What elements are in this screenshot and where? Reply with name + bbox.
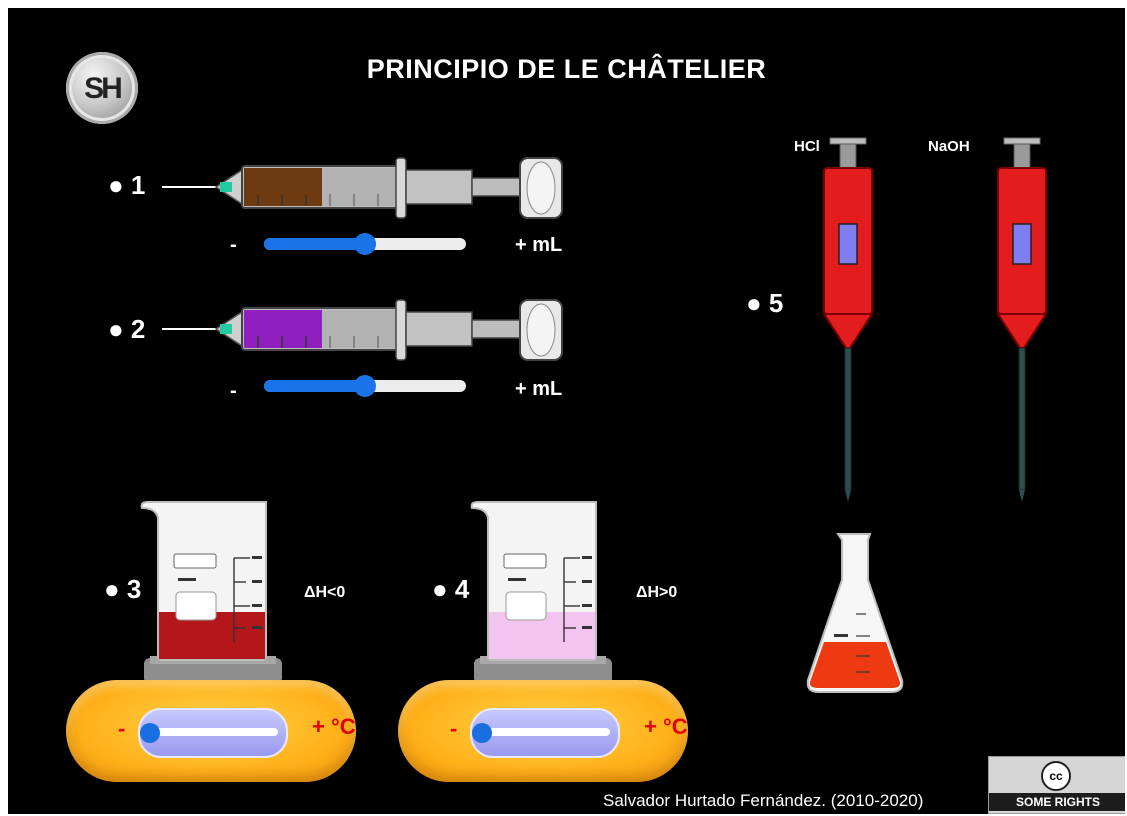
pipette-naoh-label: NaOH	[928, 138, 970, 155]
item-number-5: ● 5	[746, 288, 784, 318]
hot-plate-4-slider-bar	[480, 728, 610, 736]
beaker-4-enthalpy-label: ΔH>0	[636, 584, 678, 601]
hot-plate-4-plus-label: + °C	[644, 714, 688, 739]
item-number-2: ● 2	[108, 314, 146, 344]
syringe-2-volume-slider[interactable]	[264, 375, 466, 397]
syringe-1[interactable]	[158, 148, 568, 228]
syringe-1-plus-label: + mL	[515, 234, 563, 256]
pipette-hcl-label: HCl	[794, 138, 820, 155]
syringe-2-minus-label: -	[230, 380, 237, 402]
cc-icon: cc	[1041, 761, 1071, 791]
cc-license-badge[interactable]: cc SOME RIGHTS RESERVED	[988, 756, 1125, 814]
hot-plate-3: - + °C	[66, 680, 356, 782]
hot-plate-3-plus-label: + °C	[312, 714, 356, 739]
license-text: SOME RIGHTS RESERVED	[989, 793, 1125, 814]
author-credit: Salvador Hurtado Fernández. (2010-2020)	[603, 791, 924, 810]
syringe-1-minus-label: -	[230, 234, 237, 256]
syringe-2-plus-label: + mL	[515, 378, 563, 400]
syringe-2[interactable]	[158, 290, 568, 370]
syringe-1-liquid	[244, 168, 322, 206]
simulation-stage: SH PRINCIPIO DE LE CHÂTELIER ● 1 - + mL …	[8, 8, 1125, 814]
hot-plate-3-slider-thumb[interactable]	[140, 723, 160, 743]
pipette-naoh[interactable]	[994, 136, 1050, 506]
item-number-4: ● 4	[432, 574, 470, 604]
hot-plate-4-slider-thumb[interactable]	[472, 723, 492, 743]
syringe-1-volume-slider[interactable]	[264, 233, 466, 255]
hot-plate-4: - + °C	[398, 680, 688, 782]
syringe-1-slider-fill	[264, 238, 365, 250]
syringe-2-liquid	[244, 310, 322, 348]
beaker-3-enthalpy-label: ΔH<0	[304, 584, 346, 601]
hot-plate-3-slider-bar	[148, 728, 278, 736]
hot-plate-4-minus-label: -	[450, 716, 458, 741]
erlenmeyer-flask	[806, 533, 904, 693]
hot-plate-3-temperature-slider[interactable]	[138, 708, 288, 758]
syringe-2-slider-fill	[264, 380, 365, 392]
syringe-2-slider-thumb[interactable]	[354, 375, 376, 397]
item-number-3: ● 3	[104, 574, 142, 604]
pipette-hcl[interactable]	[820, 136, 876, 506]
page-title: PRINCIPIO DE LE CHÂTELIER	[366, 54, 767, 84]
beaker-3[interactable]	[138, 498, 288, 688]
flask-liquid	[809, 642, 901, 688]
beaker-4[interactable]	[468, 498, 618, 688]
item-number-1: ● 1	[108, 170, 146, 200]
syringe-1-slider-thumb[interactable]	[354, 233, 376, 255]
hot-plate-3-minus-label: -	[118, 716, 126, 741]
hot-plate-4-temperature-slider[interactable]	[470, 708, 620, 758]
